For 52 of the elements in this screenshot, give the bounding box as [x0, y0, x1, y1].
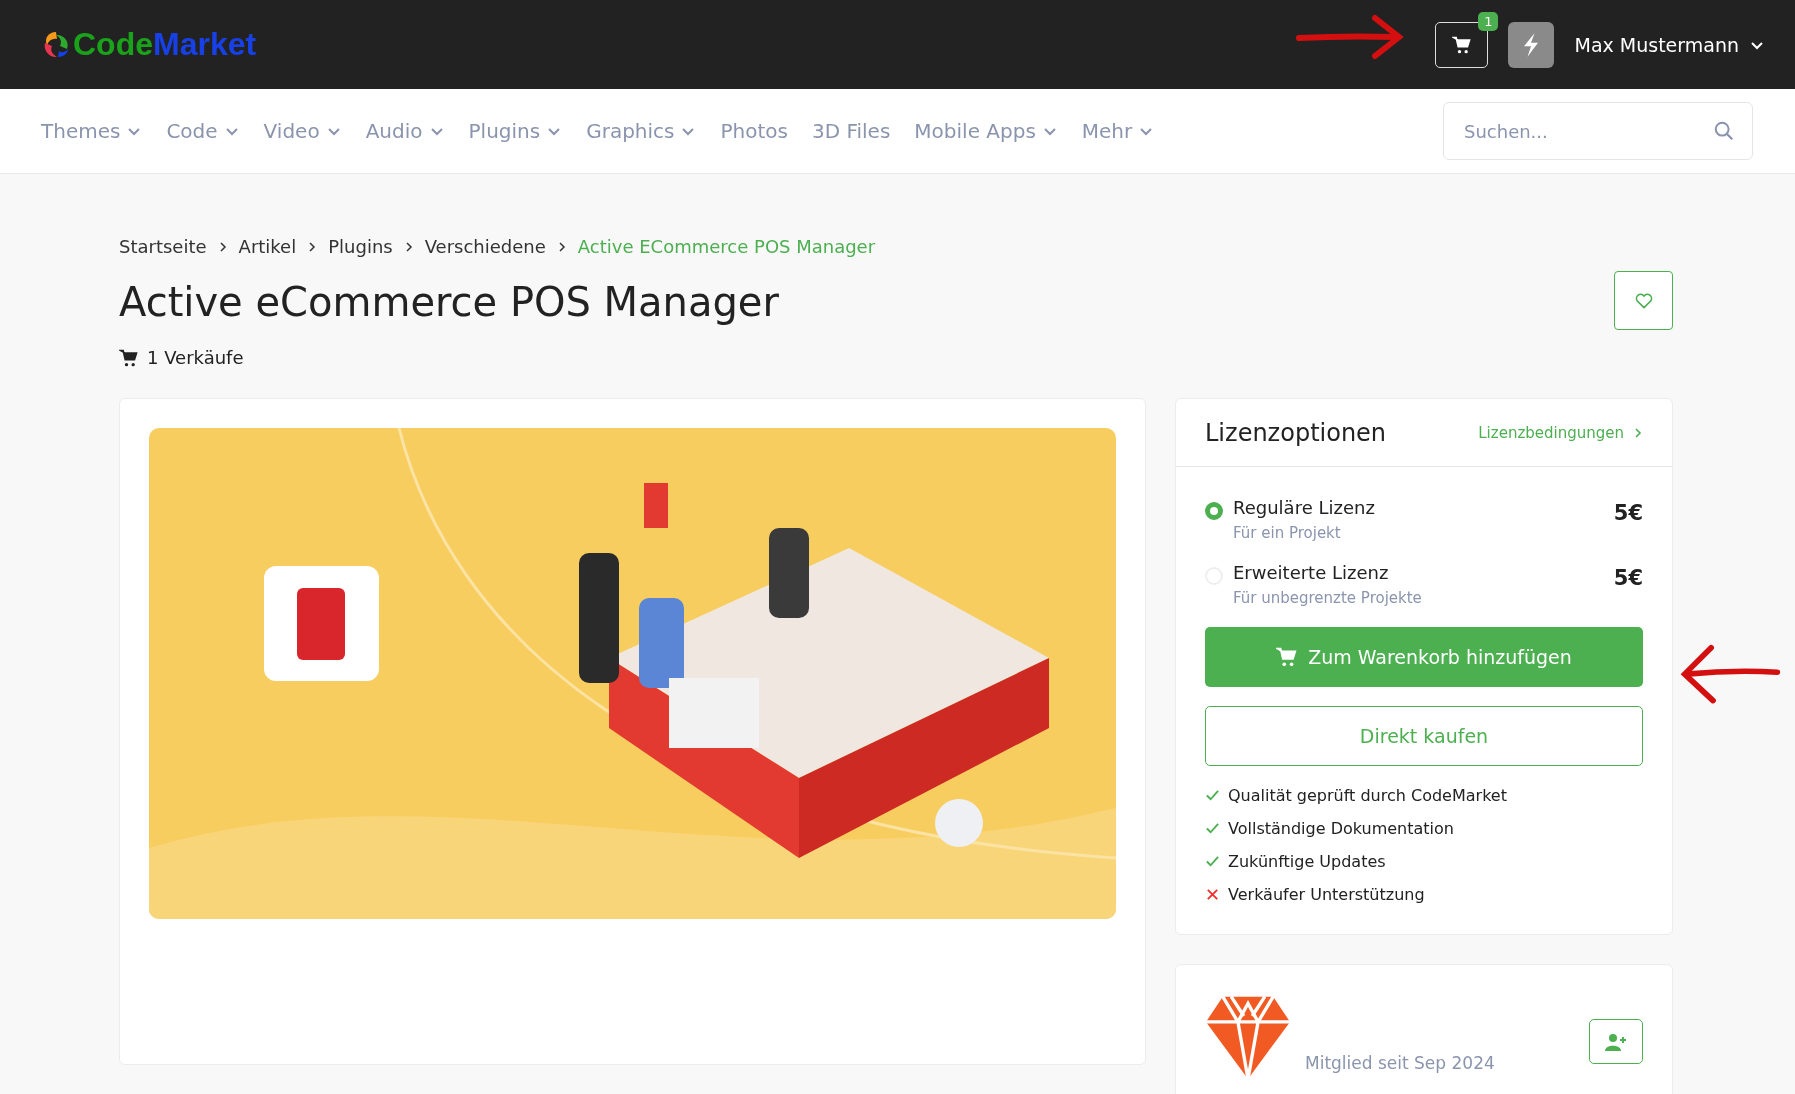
feature-text: Qualität geprüft durch CodeMarket: [1228, 786, 1507, 805]
breadcrumb-link[interactable]: Verschiedene: [424, 236, 546, 257]
nav-item[interactable]: Mobile Apps: [914, 119, 1058, 143]
breadcrumb-link[interactable]: Active ECommerce POS Manager: [577, 236, 876, 257]
cart-icon: [119, 347, 139, 368]
nav-item[interactable]: Code: [166, 119, 240, 143]
nav-item[interactable]: Themes: [41, 119, 143, 143]
avatar[interactable]: [1508, 21, 1555, 68]
radio-button[interactable]: [1205, 502, 1223, 520]
nav-item[interactable]: Photos: [720, 119, 788, 143]
license-terms-link[interactable]: Lizenzbedingungen: [1478, 423, 1644, 442]
close-icon: [1205, 887, 1220, 902]
buy-now-button[interactable]: Direkt kaufen: [1205, 706, 1643, 766]
license-description: Für ein Projekt: [1233, 524, 1342, 542]
nav-item[interactable]: Plugins: [468, 119, 563, 143]
license-name: Reguläre Lizenz: [1233, 497, 1376, 518]
nav-item[interactable]: Graphics: [586, 119, 697, 143]
nav-item[interactable]: Audio: [365, 119, 445, 143]
member-since-text: Mitglied seit Sep 2024: [1305, 1053, 1496, 1073]
license-description: Für unbegrenzte Projekte: [1233, 589, 1423, 607]
check-icon: [1205, 788, 1220, 803]
breadcrumb-link[interactable]: Artikel: [238, 236, 297, 257]
license-price: 5€: [1613, 566, 1643, 590]
breadcrumb-link[interactable]: Startseite: [119, 236, 207, 257]
nav-item[interactable]: 3D Files: [811, 119, 891, 143]
nav-item[interactable]: Mehr: [1081, 119, 1155, 143]
heart-icon: [1633, 290, 1654, 311]
add-to-cart-button[interactable]: Zum Warenkorb hinzufügen: [1205, 627, 1643, 687]
cart-icon: [1452, 34, 1472, 55]
favorite-button[interactable]: [1614, 271, 1673, 330]
annotation-arrow-icon: [1295, 12, 1405, 62]
diamond-icon: [1205, 995, 1291, 1079]
check-icon: [1205, 854, 1220, 869]
cart-icon: [1276, 646, 1299, 668]
sales-count: 1 Verkäufe: [147, 347, 244, 368]
product-title: Active eCommerce POS Manager: [119, 279, 779, 325]
cart-count-badge: 1: [1478, 11, 1499, 31]
check-icon: [1205, 821, 1220, 836]
search-icon: [1713, 120, 1735, 142]
logo[interactable]: CodeMarket: [40, 26, 257, 63]
chevron-right-icon: [1632, 426, 1644, 439]
follow-button[interactable]: [1589, 1019, 1643, 1064]
breadcrumb-link[interactable]: Plugins: [328, 236, 393, 257]
license-price: 5€: [1613, 501, 1643, 525]
feature-text: Vollständige Dokumentation: [1228, 819, 1454, 838]
user-menu-button[interactable]: Max Mustermann: [1574, 33, 1765, 56]
search-field[interactable]: Suchen...: [1443, 102, 1753, 160]
nav-item[interactable]: Video: [263, 119, 342, 143]
feature-text: Zukünftige Updates: [1228, 852, 1386, 871]
license-name: Erweiterte Lizenz: [1233, 562, 1390, 583]
feature-text: Verkäufer Unterstützung: [1228, 885, 1425, 904]
panel-title: Lizenzoptionen: [1205, 418, 1387, 447]
